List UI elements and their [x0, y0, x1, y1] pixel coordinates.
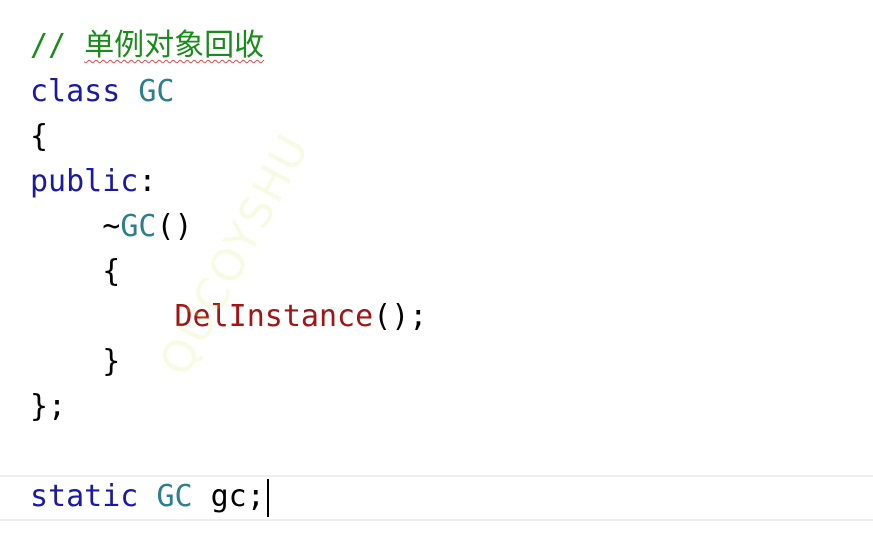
close-brace: };: [30, 389, 67, 424]
code-line-open-brace: {: [30, 115, 48, 159]
call-suffix: ();: [373, 299, 428, 334]
code-line-access-specifier: public:: [30, 160, 156, 204]
static-keyword: static: [30, 479, 139, 514]
open-brace: {: [30, 119, 49, 154]
var-name: gc;: [210, 479, 265, 514]
code-line-close-brace: };: [30, 385, 66, 429]
code-line-inner-close-brace: }: [30, 340, 120, 384]
comment-slashes: //: [30, 28, 67, 63]
destructor-parens: (): [156, 209, 193, 244]
inner-open-brace: {: [102, 254, 121, 289]
destructor-tilde: ~: [102, 209, 121, 244]
var-type: GC: [156, 479, 193, 514]
code-line-inner-open-brace: {: [30, 250, 120, 294]
code-editor[interactable]: // 单例对象回收 class GC { public: ~GC() { Del…: [0, 0, 873, 558]
code-line-comment: // 单例对象回收: [30, 24, 264, 68]
class-name: GC: [138, 74, 175, 109]
public-keyword: public: [30, 164, 139, 199]
access-colon: :: [138, 164, 157, 199]
code-line-static-instance[interactable]: static GC gc;: [30, 475, 269, 519]
destructor-name: GC: [120, 209, 157, 244]
watermark: QUCOYSHU: [150, 125, 320, 384]
class-keyword: class: [30, 74, 121, 109]
code-line-class-declaration: class GC: [30, 70, 175, 114]
comment-text: 单例对象回收: [84, 28, 265, 63]
current-line-bottom-border: [0, 519, 873, 521]
inner-close-brace: }: [102, 344, 121, 379]
text-caret: [266, 478, 269, 517]
code-line-destructor: ~GC(): [30, 205, 193, 249]
